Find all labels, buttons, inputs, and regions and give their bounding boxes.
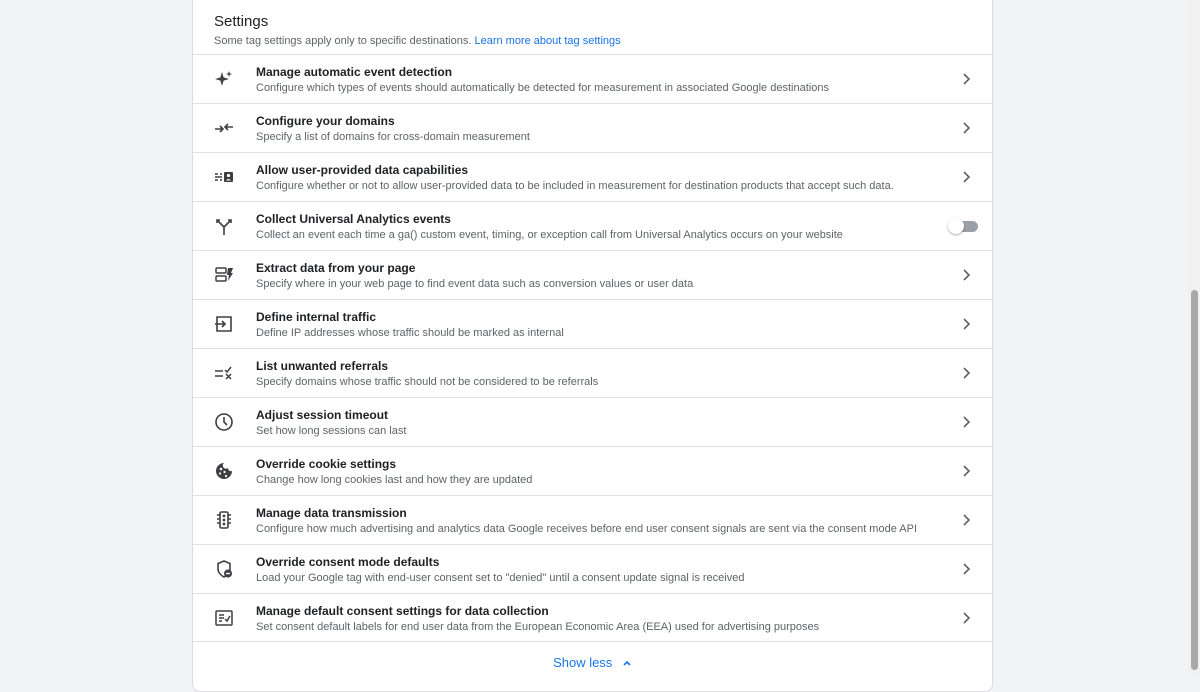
show-less-button[interactable]: Show less (193, 654, 992, 670)
setting-description: Change how long cookies last and how the… (256, 474, 533, 486)
setting-title: Define internal traffic (256, 310, 377, 324)
checklist-icon (214, 608, 234, 628)
setting-row[interactable]: Adjust session timeout Set how long sessi… (193, 397, 992, 446)
merge-arrows-icon (214, 118, 234, 138)
toggle-thumb (948, 218, 964, 234)
scrollbar-thumb[interactable] (1191, 290, 1198, 670)
setting-row[interactable]: Define internal traffic Define IP address… (193, 299, 992, 348)
setting-description: Configure how much advertising and analy… (256, 523, 917, 535)
clock-icon (214, 412, 234, 432)
setting-description: Define IP addresses whose traffic should… (256, 327, 564, 339)
settings-header: Settings Some tag settings apply only to… (214, 11, 974, 48)
setting-title: Extract data from your page (256, 261, 416, 275)
user-data-icon (214, 167, 234, 187)
settings-subtitle-text: Some tag settings apply only to specific… (214, 35, 472, 47)
setting-description: Configure whether or not to allow user-p… (256, 180, 894, 192)
chevron-right-icon (958, 512, 974, 528)
learn-more-link[interactable]: Learn more about tag settings (474, 35, 620, 47)
setting-description: Specify domains whose traffic should not… (256, 376, 599, 388)
setting-row[interactable]: Manage default consent settings for data… (193, 593, 992, 642)
fork-icon (214, 216, 234, 236)
chevron-right-icon (958, 561, 974, 577)
setting-title: Adjust session timeout (256, 408, 389, 422)
setting-title: Manage automatic event detection (256, 65, 453, 79)
setting-title: Configure your domains (256, 114, 395, 128)
chevron-right-icon (958, 414, 974, 430)
setting-description: Collect an event each time a ga() custom… (256, 229, 843, 241)
setting-row[interactable]: Extract data from your page Specify where… (193, 250, 992, 299)
login-icon (214, 314, 234, 334)
chevron-right-icon (958, 169, 974, 185)
chevron-up-icon (623, 660, 631, 666)
setting-row[interactable]: Configure your domains Specify a list of … (193, 103, 992, 152)
settings-subtitle: Some tag settings apply only to specific… (214, 34, 974, 48)
setting-description: Specify a list of domains for cross-doma… (256, 131, 530, 143)
setting-row[interactable]: List unwanted referrals Specify domains w… (193, 348, 992, 397)
setting-row[interactable]: Allow user-provided data capabilities Con… (193, 152, 992, 201)
show-less-label: Show less (553, 655, 613, 671)
setting-description: Set consent default labels for end user … (256, 621, 820, 633)
chevron-right-icon (958, 610, 974, 626)
sparkle-icon (214, 69, 234, 89)
chevron-right-icon (958, 120, 974, 136)
chevron-right-icon (958, 463, 974, 479)
setting-description: Configure which types of events should a… (256, 82, 829, 94)
setting-row[interactable]: Override consent mode defaults Load your … (193, 544, 992, 593)
setting-row[interactable]: Collect Universal Analytics events Collec… (193, 201, 992, 250)
cookie-icon (214, 461, 234, 481)
rule-list-icon (214, 363, 234, 383)
ua-events-toggle[interactable] (948, 218, 978, 234)
setting-description: Set how long sessions can last (256, 425, 407, 437)
setting-title: Manage default consent settings for data… (256, 604, 549, 618)
setting-title: Collect Universal Analytics events (256, 212, 451, 226)
setting-title: List unwanted referrals (256, 359, 389, 373)
setting-description: Load your Google tag with end-user conse… (256, 572, 745, 584)
extract-icon (214, 265, 234, 285)
settings-list: Manage automatic event detection Configur… (193, 54, 992, 642)
setting-row[interactable]: Manage data transmission Configure how mu… (193, 495, 992, 544)
chevron-right-icon (958, 71, 974, 87)
settings-card: Settings Some tag settings apply only to… (192, 0, 993, 692)
setting-title: Manage data transmission (256, 506, 407, 520)
shield-minus-icon (214, 559, 234, 579)
chevron-right-icon (958, 316, 974, 332)
chevron-right-icon (958, 365, 974, 381)
setting-row[interactable]: Manage automatic event detection Configur… (193, 54, 992, 103)
setting-title: Override cookie settings (256, 457, 397, 471)
page-scrollbar[interactable] (1188, 0, 1200, 675)
settings-title: Settings (214, 13, 269, 30)
setting-title: Override consent mode defaults (256, 555, 440, 569)
setting-row[interactable]: Override cookie settings Change how long … (193, 446, 992, 495)
setting-title: Allow user-provided data capabilities (256, 163, 469, 177)
traffic-light-icon (214, 510, 234, 530)
setting-description: Specify where in your web page to find e… (256, 278, 694, 290)
chevron-right-icon (958, 267, 974, 283)
